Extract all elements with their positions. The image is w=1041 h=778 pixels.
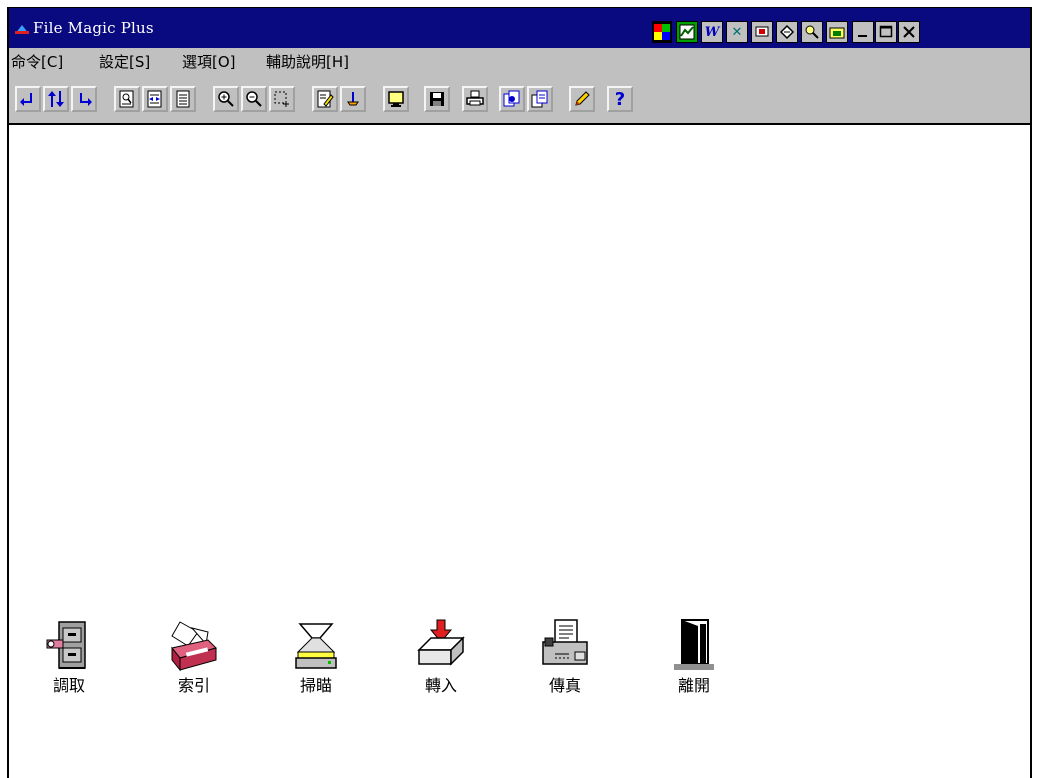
zoom-out-icon[interactable] bbox=[241, 86, 267, 112]
exit-door-icon bbox=[674, 619, 714, 670]
menu-options[interactable]: 選項[O] bbox=[182, 51, 236, 72]
color-palette-icon[interactable] bbox=[652, 21, 672, 43]
main-window: File Magic Plus W ✕ 命令[C] 設定[S] 選項[O] 輔助… bbox=[7, 7, 1032, 778]
import-tray-icon bbox=[417, 619, 465, 666]
print-icon[interactable] bbox=[462, 86, 488, 112]
batch-icon[interactable] bbox=[499, 86, 525, 112]
arrow-updown-icon[interactable] bbox=[43, 86, 69, 112]
action-label: 調取 bbox=[52, 676, 85, 695]
action-exit[interactable]: 離開 bbox=[662, 618, 726, 696]
word-app-icon[interactable]: W bbox=[701, 21, 723, 43]
toolbar: ? bbox=[9, 74, 1030, 125]
maximize-icon[interactable] bbox=[875, 21, 897, 43]
menu-help[interactable]: 輔助說明[H] bbox=[266, 51, 349, 72]
select-region-icon[interactable] bbox=[269, 86, 295, 112]
tool-app-icon[interactable] bbox=[776, 21, 798, 43]
action-label: 索引 bbox=[177, 676, 210, 695]
action-label: 掃瞄 bbox=[299, 676, 332, 695]
action-import[interactable]: 轉入 bbox=[409, 618, 473, 696]
arrow-left-icon[interactable] bbox=[15, 86, 41, 112]
fax-machine-icon bbox=[542, 619, 588, 665]
pencil-icon[interactable] bbox=[569, 86, 595, 112]
page-view-icon[interactable] bbox=[114, 86, 140, 112]
folder-app-icon[interactable] bbox=[826, 21, 848, 43]
excel-app-icon[interactable]: ✕ bbox=[726, 21, 748, 43]
title-bar: File Magic Plus W ✕ bbox=[9, 8, 1030, 48]
window-title: File Magic Plus bbox=[33, 19, 154, 37]
arrow-right-icon[interactable] bbox=[71, 86, 97, 112]
action-label: 轉入 bbox=[424, 676, 457, 695]
list-page-icon[interactable] bbox=[170, 86, 196, 112]
pin-icon[interactable] bbox=[340, 86, 366, 112]
edit-note-icon[interactable] bbox=[312, 86, 338, 112]
fit-page-icon[interactable] bbox=[142, 86, 168, 112]
app-icon bbox=[15, 25, 29, 34]
index-card-box-icon bbox=[171, 621, 217, 672]
action-label: 傳真 bbox=[548, 676, 581, 695]
close-icon[interactable] bbox=[898, 21, 920, 43]
action-retrieve[interactable]: 調取 bbox=[37, 618, 101, 696]
save-icon[interactable] bbox=[424, 86, 450, 112]
minimize-icon[interactable] bbox=[852, 21, 874, 43]
help-icon[interactable]: ? bbox=[607, 86, 633, 112]
chart-app-icon[interactable] bbox=[676, 21, 698, 43]
zoom-in-icon[interactable] bbox=[213, 86, 239, 112]
action-scan[interactable]: 掃瞄 bbox=[284, 618, 348, 696]
action-fax[interactable]: 傳真 bbox=[533, 618, 597, 696]
copy-pages-icon[interactable] bbox=[527, 86, 553, 112]
menu-bar: 命令[C] 設定[S] 選項[O] 輔助說明[H] bbox=[9, 48, 1030, 74]
menu-command[interactable]: 命令[C] bbox=[11, 51, 63, 72]
screen-app-icon[interactable] bbox=[751, 21, 773, 43]
file-cabinet-icon bbox=[46, 621, 86, 669]
action-index[interactable]: 索引 bbox=[162, 618, 226, 696]
scanner-icon bbox=[295, 623, 337, 669]
menu-settings[interactable]: 設定[S] bbox=[99, 51, 150, 72]
monitor-icon[interactable] bbox=[383, 86, 409, 112]
action-label: 離開 bbox=[677, 676, 710, 695]
search-app-icon[interactable] bbox=[801, 21, 823, 43]
